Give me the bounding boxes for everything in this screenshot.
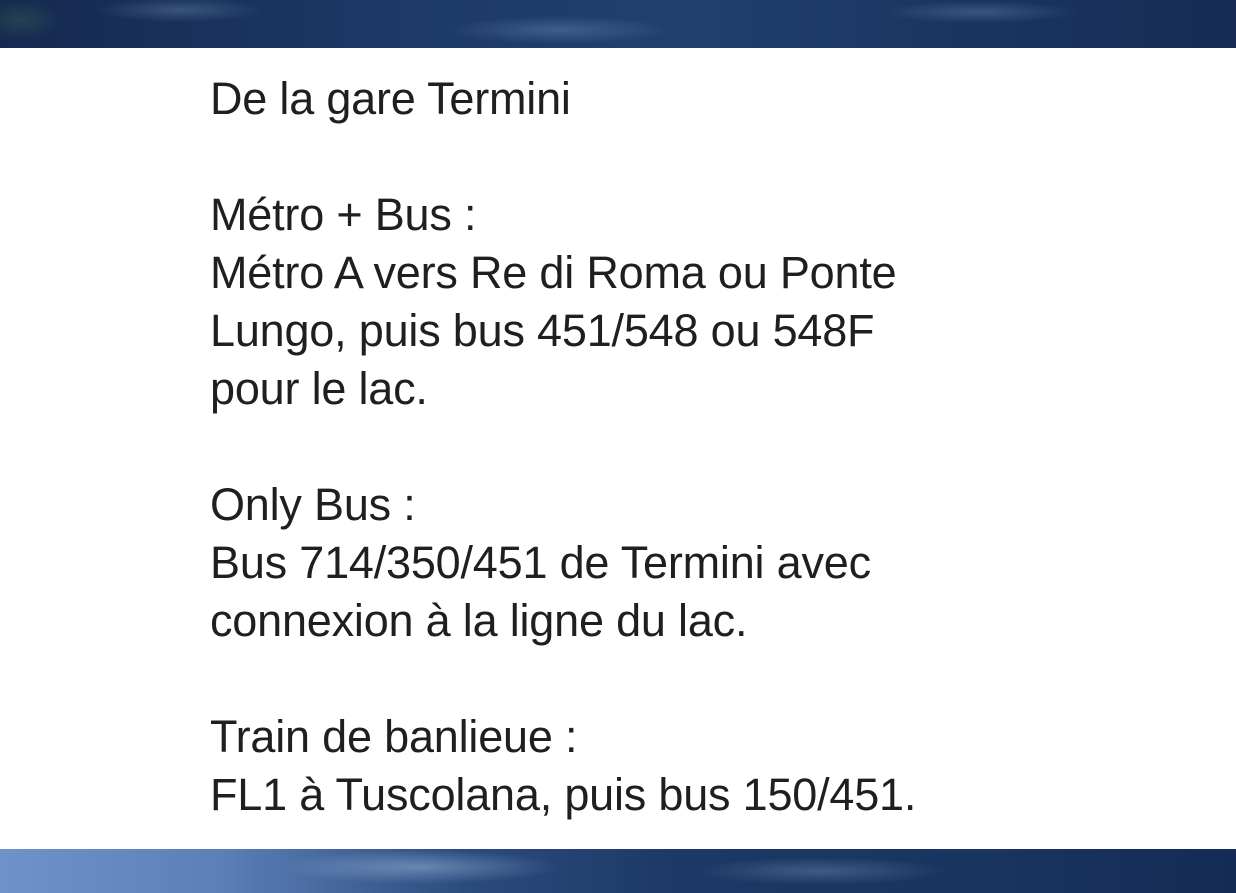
background-image-bottom (0, 849, 1236, 893)
section-line: FL1 à Tuscolana, puis bus 150/451. (210, 769, 917, 820)
section-line: Bus 714/350/451 de Termini avec (210, 537, 871, 588)
background-image-top (0, 0, 1236, 48)
section-line: Métro A vers Re di Roma ou Ponte (210, 247, 897, 298)
directions-text-panel: De la gare Termini Métro + Bus : Métro A… (210, 70, 1110, 824)
section-title-only-bus: Only Bus : (210, 479, 416, 530)
section-title-metro-bus: Métro + Bus : (210, 189, 477, 240)
section-line: connexion à la ligne du lac. (210, 595, 748, 646)
section-line: Lungo, puis bus 451/548 ou 548F (210, 305, 875, 356)
section-line: pour le lac. (210, 363, 428, 414)
section-title-train: Train de banlieue : (210, 711, 578, 762)
heading: De la gare Termini (210, 73, 571, 124)
